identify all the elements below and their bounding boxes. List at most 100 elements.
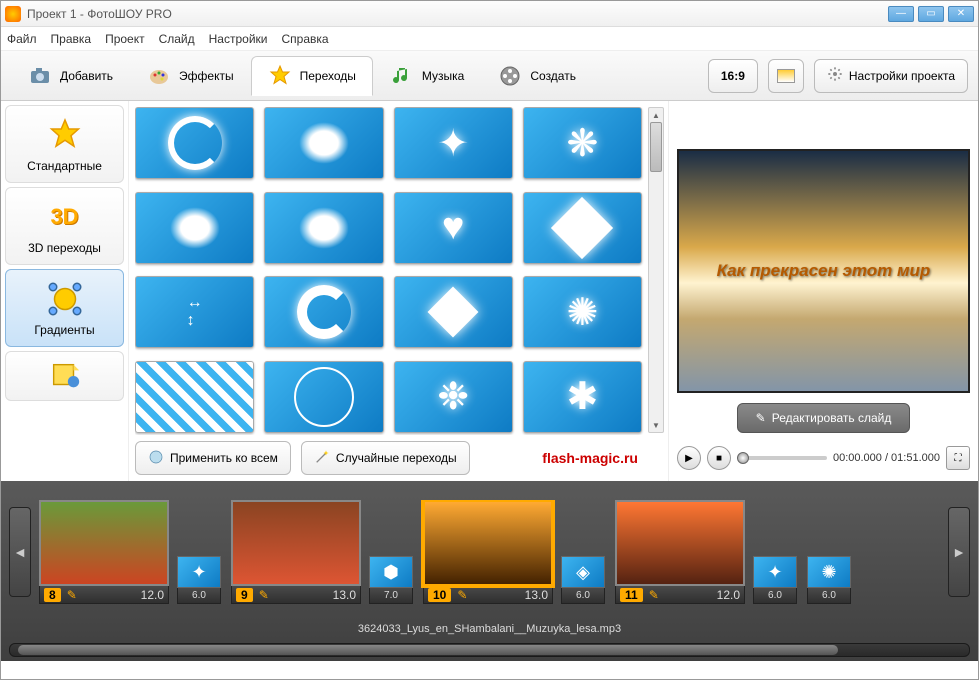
transition-thumb[interactable] (135, 361, 254, 433)
tab-add[interactable]: Добавить (11, 56, 130, 96)
slide-number: 11 (620, 588, 643, 602)
menu-edit[interactable]: Правка (51, 32, 92, 46)
gear-icon (827, 66, 843, 85)
project-settings-button[interactable]: Настройки проекта (814, 59, 968, 93)
timeline-next-button[interactable]: ► (948, 507, 970, 597)
menubar: Файл Правка Проект Слайд Настройки Справ… (1, 27, 978, 51)
transition-thumb[interactable]: ❉ (394, 361, 513, 433)
category-3d[interactable]: 3D 3D переходы (5, 187, 124, 265)
close-button[interactable]: ✕ (948, 6, 974, 22)
transition-duration: 6.0 (561, 588, 605, 604)
tab-transitions-label: Переходы (300, 69, 356, 83)
transition-thumb[interactable] (264, 107, 383, 179)
transition-thumb[interactable] (135, 107, 254, 179)
music-icon (390, 64, 414, 88)
scroll-thumb[interactable] (650, 122, 662, 172)
timeline-transition[interactable]: ✦ 6.0 (177, 556, 221, 604)
titlebar: Проект 1 - ФотоШОУ PRO — ▭ ✕ (1, 1, 978, 27)
category-standard[interactable]: Стандартные (5, 105, 124, 183)
slide-number: 9 (236, 588, 253, 602)
transition-duration: 7.0 (369, 588, 413, 604)
transition-thumb[interactable]: ✺ (523, 276, 642, 348)
aspect-ratio-button[interactable]: 16:9 (708, 59, 758, 93)
category-gradients[interactable]: Градиенты (5, 269, 124, 347)
timeline-transition[interactable]: ◈ 6.0 (561, 556, 605, 604)
timeline-scroll-thumb[interactable] (18, 645, 838, 655)
transition-thumb[interactable]: ✱ (523, 361, 642, 433)
tab-add-label: Добавить (60, 69, 113, 83)
transition-thumb[interactable]: ❋ (523, 107, 642, 179)
category-gradients-label: Градиенты (34, 323, 94, 337)
timeline-transition[interactable]: ✦ 6.0 (753, 556, 797, 604)
menu-help[interactable]: Справка (281, 32, 328, 46)
slide-number: 10 (428, 588, 451, 602)
tab-effects[interactable]: Эффекты (130, 56, 251, 96)
transition-duration: 6.0 (177, 588, 221, 604)
scroll-down-icon[interactable]: ▼ (649, 418, 663, 432)
aspect-ratio-label: 16:9 (721, 69, 745, 83)
timeline-slide[interactable]: 9 ✎ 13.0 (231, 500, 361, 604)
pencil-icon[interactable]: ✎ (67, 588, 77, 602)
category-other[interactable] (5, 351, 124, 401)
transition-thumb[interactable] (135, 192, 254, 264)
grid-scrollbar[interactable]: ▲ ▼ (648, 107, 664, 433)
transition-thumb[interactable] (264, 192, 383, 264)
tab-create-label: Создать (530, 69, 576, 83)
fullscreen-button[interactable]: ⛶ (946, 446, 970, 470)
scroll-up-icon[interactable]: ▲ (649, 108, 663, 122)
random-transitions-button[interactable]: Случайные переходы (301, 441, 470, 475)
play-button[interactable]: ▶ (677, 446, 701, 470)
edit-slide-button[interactable]: ✎ Редактировать слайд (737, 403, 911, 433)
pencil-icon: ✎ (756, 411, 766, 425)
timeline-strip: ◄ 8 ✎ 12.0 ✦ 6.0 (9, 491, 970, 613)
menu-slide[interactable]: Слайд (159, 32, 195, 46)
tab-transitions[interactable]: Переходы (251, 56, 373, 96)
preview-image: Как прекрасен этот мир (677, 149, 970, 393)
three-d-icon: 3D (45, 197, 85, 237)
transition-duration: 6.0 (807, 588, 851, 604)
transition-thumb[interactable] (264, 276, 383, 348)
time-display: 00:00.000 / 01:51.000 (833, 452, 940, 464)
transition-thumb[interactable]: ↔↕ (135, 276, 254, 348)
transition-thumb[interactable] (264, 361, 383, 433)
pencil-icon[interactable]: ✎ (457, 588, 467, 602)
stop-button[interactable]: ■ (707, 446, 731, 470)
menu-file[interactable]: Файл (7, 32, 37, 46)
timeline-transition[interactable]: ✺ 6.0 (807, 556, 851, 604)
timeline: ◄ 8 ✎ 12.0 ✦ 6.0 (1, 481, 978, 661)
picture-icon (777, 69, 795, 83)
globe-icon (148, 449, 164, 468)
project-settings-label: Настройки проекта (849, 69, 955, 83)
note-icon (45, 356, 85, 396)
tab-create[interactable]: Создать (481, 56, 593, 96)
pencil-icon[interactable]: ✎ (649, 588, 659, 602)
timeline-scrollbar[interactable] (9, 643, 970, 657)
theme-button[interactable] (768, 59, 804, 93)
progress-knob[interactable] (737, 452, 749, 464)
timeline-slide[interactable]: 8 ✎ 12.0 (39, 500, 169, 604)
timeline-transition[interactable]: ⬢ 7.0 (369, 556, 413, 604)
transition-thumb[interactable] (523, 192, 642, 264)
progress-bar[interactable] (737, 456, 827, 460)
transition-grid: ✦ ❋ ♥ ↔↕ ✺ ❉ ✱ (135, 107, 658, 435)
player-controls: ▶ ■ 00:00.000 / 01:51.000 ⛶ (677, 443, 970, 473)
random-transitions-label: Случайные переходы (336, 451, 457, 465)
timeline-prev-button[interactable]: ◄ (9, 507, 31, 597)
minimize-button[interactable]: — (888, 6, 914, 22)
timeline-slide[interactable]: 10 ✎ 13.0 (423, 500, 553, 604)
slide-number: 8 (44, 588, 61, 602)
audio-track-label[interactable]: 3624033_Lyus_en_SHambalani__Muzuyka_lesa… (9, 619, 970, 639)
timeline-slide[interactable]: 11 ✎ 12.0 (615, 500, 745, 604)
menu-settings[interactable]: Настройки (209, 32, 268, 46)
slide-duration: 13.0 (525, 588, 548, 602)
maximize-button[interactable]: ▭ (918, 6, 944, 22)
pencil-icon[interactable]: ✎ (259, 588, 269, 602)
transition-thumb[interactable]: ✦ (394, 107, 513, 179)
star-icon (45, 115, 85, 155)
transition-thumb[interactable] (394, 276, 513, 348)
tab-music[interactable]: Музыка (373, 56, 481, 96)
transition-thumb[interactable]: ♥ (394, 192, 513, 264)
menu-project[interactable]: Проект (105, 32, 145, 46)
category-3d-label: 3D переходы (28, 241, 101, 255)
apply-all-button[interactable]: Применить ко всем (135, 441, 291, 475)
